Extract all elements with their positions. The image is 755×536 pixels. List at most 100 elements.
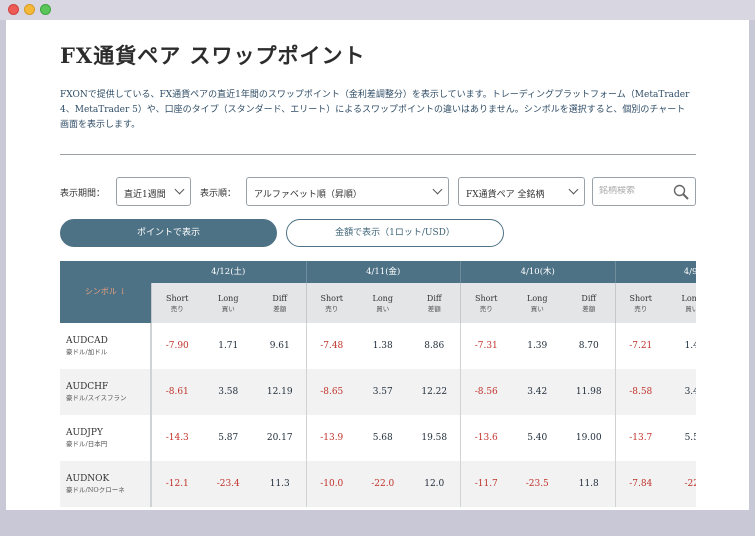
sub-header-long: Long 買い [511,283,563,323]
value-cell: -13.7 [614,415,667,461]
search-icon[interactable] [672,183,690,201]
value-cell: -7.90 [151,323,203,369]
value-cell: 20.17 [266,433,293,443]
value-cell: -7.31 [460,323,512,369]
value-cell: 3.57 [372,387,393,397]
sub-header-short: Short 売り [460,283,512,323]
chevron-down-icon [568,184,579,195]
chevron-down-icon [432,184,443,195]
sub-header-short: Short 売り [151,283,203,323]
value-cell: -8.65 [305,369,358,415]
symbol-column-header[interactable]: シンボル ↓ [60,261,151,323]
window-titlebar [0,0,755,20]
search-input[interactable] [599,186,669,196]
sub-header-long: Long 買い [202,283,254,323]
date-header: 4/9( [614,261,696,283]
value-cell: 5.40 [527,433,548,443]
value-cell: 8.70 [578,341,599,351]
order-select[interactable]: アルファベット順（昇順） [246,177,449,206]
value-cell: -23.5 [525,479,549,489]
sub-header-jp-label: 売り [479,305,493,313]
value-cell: -22 [684,479,697,489]
sub-header-jp-label: 買い [530,305,544,313]
value-cell: 12.22 [421,387,448,397]
symbol-code[interactable]: AUDJPY [66,427,150,439]
page: FX通貨ペア スワップポイント FXONで提供している、FX通貨ペアの直近1年間… [6,20,749,510]
filter-bar: 表示期間： 直近1週間 表示順： アルファベット順（昇順） FX通貨ペア 全銘柄 [60,177,696,207]
symbol-name: 豪ドル/加ドル [66,348,108,356]
symbol-code[interactable]: AUDCHF [66,381,150,393]
sub-header-label: Diff [272,294,288,303]
symbol-cell[interactable]: AUDJPY 豪ドル/日本円 [60,415,151,461]
value-cell: 5.68 [372,433,393,443]
order-label: 表示順： [200,189,237,199]
category-select[interactable]: FX通貨ペア 全銘柄 [458,177,585,206]
value-cell: 3.58 [218,387,239,397]
symbol-name: 豪ドル/NOクローネ [66,486,125,494]
sub-header-label: Long [681,294,696,303]
chevron-down-icon [174,184,185,195]
value-cell: -8.56 [460,369,512,415]
value-cell: 9.61 [269,341,290,351]
page-description: FXONで提供している、FX通貨ペアの直近1年間のスワップポイント（金利差調整分… [60,90,690,130]
minimize-window-icon[interactable] [24,4,35,15]
sub-header-diff: Diff 差額 [408,283,460,323]
sub-header-label: Short [475,294,498,303]
symbol-code[interactable]: AUDCAD [66,335,150,347]
show-amount-button[interactable]: 金額で表示（1ロット/USD） [286,219,504,247]
value-cell: 5.5 [684,433,696,443]
value-cell: 11.98 [575,387,602,397]
date-header: 4/12(土) [151,261,306,283]
period-select-value: 直近1週間 [124,190,166,200]
value-cell: 19.58 [421,433,448,443]
sub-header-label: Short [166,294,189,303]
date-header: 4/10(木) [460,261,615,283]
value-cell: 12.0 [424,479,445,489]
period-select[interactable]: 直近1週間 [116,177,191,206]
value-cell: 1.4 [684,341,696,351]
value-cell: -13.9 [305,415,358,461]
maximize-window-icon[interactable] [40,4,51,15]
symbol-cell[interactable]: AUDCAD 豪ドル/加ドル [60,323,151,369]
value-cell: -7.21 [614,323,667,369]
sub-header-long: Long 買い [357,283,409,323]
symbol-cell[interactable]: AUDCHF 豪ドル/スイスフラン [60,369,151,415]
symbol-name: 豪ドル/日本円 [66,440,108,448]
sub-header-jp-label: 差額 [582,305,596,313]
sub-header-label: Short [320,294,344,303]
sub-header-jp-label: 売り [325,305,339,313]
sub-header-label: Long [372,294,393,303]
value-cell: -22.0 [371,479,395,489]
value-cell: 3.4 [684,387,696,397]
sub-header-label: Short [629,294,653,303]
symbol-code[interactable]: AUDNOK [66,473,150,485]
sub-header-short: Short 売り [614,283,666,323]
symbol-cell[interactable]: AUDNOK 豪ドル/NOクローネ [60,461,151,507]
sub-header-label: Diff [426,294,442,303]
symbol-name: 豪ドル/スイスフラン [66,394,127,402]
sub-header-label: Diff [581,294,597,303]
value-cell: 3.42 [527,387,548,397]
value-cell: -7.84 [614,461,667,507]
sub-header-jp-label: 買い [685,305,696,313]
order-select-value: アルファベット順（昇順） [254,190,362,200]
value-cell: -11.7 [460,461,512,507]
show-points-button[interactable]: ポイントで表示 [60,219,277,247]
value-cell: 11.3 [269,479,290,489]
value-cell: 19.00 [575,433,602,443]
sub-header-jp-label: 買い [221,305,235,313]
value-cell: -8.61 [151,369,203,415]
sub-header-label: Long [527,294,548,303]
value-cell: 11.8 [578,479,599,489]
value-cell: 5.87 [218,433,239,443]
sub-header-jp-label: 売り [170,305,184,313]
value-cell: -13.6 [460,415,512,461]
sub-header-jp-label: 差額 [273,305,287,313]
value-cell: 1.38 [372,341,393,351]
close-window-icon[interactable] [8,4,19,15]
value-cell: 1.71 [218,341,239,351]
category-select-value: FX通貨ペア 全銘柄 [466,190,545,200]
value-cell: 1.39 [527,341,548,351]
page-title: FX通貨ペア スワップポイント [60,43,366,68]
value-cell: -8.58 [614,369,667,415]
